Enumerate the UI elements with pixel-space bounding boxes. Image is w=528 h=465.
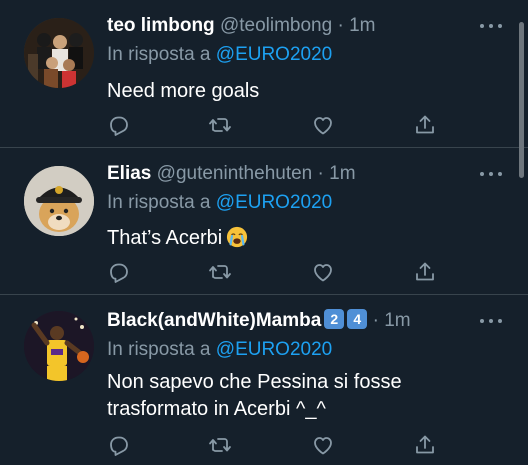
like-button[interactable] (311, 433, 335, 457)
number-badge: 4 (347, 309, 368, 329)
tweet-text: That’s Acerbi (107, 227, 223, 249)
more-options-icon[interactable] (480, 316, 502, 326)
separator-dot: · (317, 163, 324, 184)
display-name[interactable]: Black(andWhite)Mamba (107, 310, 321, 331)
tweet-text-line: Non sapevo che Pessina si fosse (107, 371, 402, 393)
reply-prefix: In risposta a (107, 44, 211, 65)
reply-prefix: In risposta a (107, 339, 211, 360)
separator-dot: · (372, 310, 379, 331)
reply-context: In risposta a @EURO2020 (107, 43, 332, 67)
retweet-button[interactable] (208, 433, 232, 457)
more-options-icon[interactable] (480, 169, 502, 179)
tweet-text: Non sapevo che Pessina si fosse trasform… (107, 369, 498, 423)
group-photo-avatar-icon (24, 18, 94, 88)
share-icon (416, 115, 434, 134)
share-button[interactable] (413, 433, 437, 457)
tweet-header: Elias @guteninthehuten · 1m (107, 162, 472, 186)
like-icon (314, 264, 332, 282)
retweet-icon (209, 265, 231, 279)
like-button[interactable] (311, 113, 335, 137)
retweet-icon (209, 438, 231, 452)
reply-icon (110, 263, 128, 283)
tweet[interactable]: Black(andWhite)Mamba 2 4 · 1m In risposta … (0, 295, 528, 465)
basketball-player-avatar-icon (24, 311, 94, 381)
timestamp[interactable]: 1m (329, 163, 355, 184)
separator-dot: · (337, 15, 344, 36)
retweet-icon (209, 118, 231, 132)
avatar[interactable] (24, 166, 94, 236)
tweet[interactable]: Elias @guteninthehuten · 1m In risposta … (0, 148, 528, 295)
like-icon (314, 437, 332, 455)
share-icon (416, 435, 434, 454)
reply-context: In risposta a @EURO2020 (107, 338, 332, 362)
retweet-button[interactable] (208, 113, 232, 137)
crying-face-emoji-icon (227, 226, 248, 248)
avatar[interactable] (24, 311, 94, 381)
reply-context: In risposta a @EURO2020 (107, 191, 332, 215)
share-button[interactable] (413, 260, 437, 284)
tweet-text-container: That’s Acerbi (107, 225, 498, 252)
tweet-text-line: trasformato in Acerbi ^_^ (107, 398, 326, 420)
reply-mention-link[interactable]: @EURO2020 (216, 192, 332, 213)
more-options-icon[interactable] (480, 21, 502, 31)
tweet-actions (106, 260, 438, 284)
reply-button[interactable] (106, 260, 130, 284)
display-name[interactable]: Elias (107, 163, 151, 184)
timestamp[interactable]: 1m (349, 15, 375, 36)
share-icon (416, 262, 434, 281)
tweet-text: Need more goals (107, 80, 260, 102)
number-badge: 2 (324, 309, 345, 329)
like-icon (314, 117, 332, 135)
timeline-feed[interactable]: teo limbong @teolimbong · 1m In risposta… (0, 0, 528, 465)
reply-button[interactable] (106, 113, 130, 137)
dog-with-cap-avatar-icon (24, 166, 94, 236)
display-name[interactable]: teo limbong (107, 15, 215, 36)
reply-icon (110, 436, 128, 456)
avatar[interactable] (24, 18, 94, 88)
share-button[interactable] (413, 113, 437, 137)
reply-prefix: In risposta a (107, 192, 211, 213)
tweet-header: teo limbong @teolimbong · 1m (107, 14, 472, 38)
timestamp[interactable]: 1m (384, 310, 410, 331)
tweet-header: Black(andWhite)Mamba 2 4 · 1m (107, 309, 472, 333)
like-button[interactable] (311, 260, 335, 284)
user-handle[interactable]: @guteninthehuten (157, 163, 313, 184)
tweet-actions (106, 113, 438, 137)
reply-icon (110, 116, 128, 136)
reply-mention-link[interactable]: @EURO2020 (216, 44, 332, 65)
scrollbar[interactable] (519, 22, 524, 178)
tweet[interactable]: teo limbong @teolimbong · 1m In risposta… (0, 0, 528, 148)
tweet-actions (106, 433, 438, 457)
retweet-button[interactable] (208, 260, 232, 284)
reply-button[interactable] (106, 433, 130, 457)
reply-mention-link[interactable]: @EURO2020 (216, 339, 332, 360)
user-handle[interactable]: @teolimbong (220, 15, 332, 36)
